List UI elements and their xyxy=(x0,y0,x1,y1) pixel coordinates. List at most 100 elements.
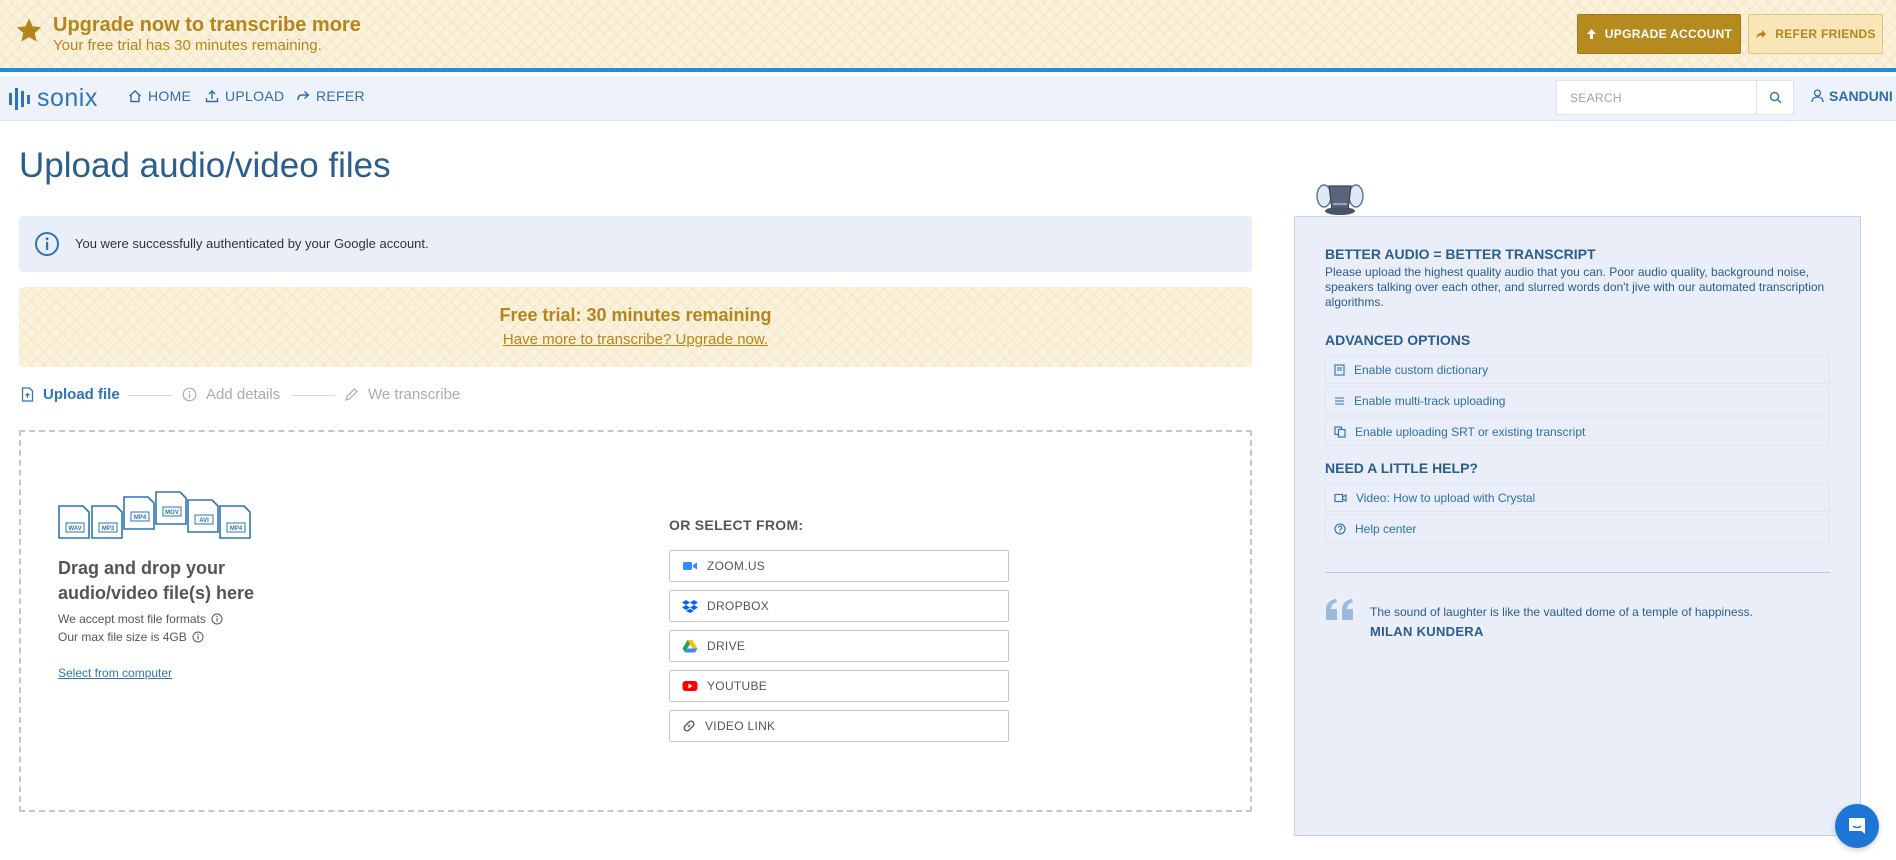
max-size-text: Our max file size is 4GB xyxy=(58,630,187,644)
pencil-icon xyxy=(344,387,359,402)
enable-multi-track-link[interactable]: Enable multi-track uploading xyxy=(1325,386,1830,415)
better-audio-heading: BETTER AUDIO = BETTER TRANSCRIPT xyxy=(1325,246,1596,262)
step-upload-file: Upload file xyxy=(21,386,120,403)
enable-srt-upload-link[interactable]: Enable uploading SRT or existing transcr… xyxy=(1325,417,1830,446)
max-size-note: Our max file size is 4GB xyxy=(58,630,204,644)
step-label: Upload file xyxy=(43,386,120,403)
sidebar-divider xyxy=(1325,572,1830,573)
quote-text: The sound of laughter is like the vaulte… xyxy=(1370,605,1753,619)
search-button[interactable] xyxy=(1756,80,1794,115)
file-type-label: MP4 xyxy=(230,526,243,532)
video-how-to-upload-link[interactable]: Video: How to upload with Crystal xyxy=(1325,483,1830,512)
or-select-from-label: OR SELECT FROM: xyxy=(669,517,804,533)
home-icon xyxy=(128,89,142,103)
info-icon xyxy=(34,231,60,257)
file-icon-mov: MOV xyxy=(155,491,187,525)
upgrade-banner: Upgrade now to transcribe more Your free… xyxy=(0,0,1896,72)
file-types-illustration: WAV MP3 MP4 MOV AVI MP4 xyxy=(57,490,257,540)
formats-note: We accept most file formats xyxy=(58,612,223,626)
search-icon xyxy=(1769,91,1782,104)
user-menu[interactable]: SANDUNI xyxy=(1811,88,1893,104)
better-audio-text: Please upload the highest quality audio … xyxy=(1325,265,1825,309)
source-video-link-button[interactable]: VIDEO LINK xyxy=(669,710,1009,742)
upload-tips-sidebar: BETTER AUDIO = BETTER TRANSCRIPT Please … xyxy=(1294,216,1861,836)
step-add-details: Add details xyxy=(182,386,280,403)
info-icon[interactable] xyxy=(211,613,223,625)
file-upload-icon xyxy=(21,387,34,402)
arrow-up-icon xyxy=(1586,28,1597,40)
advanced-item-label: Enable multi-track uploading xyxy=(1354,393,1506,408)
upgrade-account-label: UPGRADE ACCOUNT xyxy=(1604,27,1733,41)
banner-title: Upgrade now to transcribe more xyxy=(53,14,361,36)
quote-icon xyxy=(1325,599,1355,621)
upload-icon xyxy=(205,89,219,103)
chat-icon xyxy=(1847,816,1867,836)
source-dropbox-button[interactable]: DROPBOX xyxy=(669,590,1009,622)
file-icon-mp4: MP4 xyxy=(123,496,155,530)
list-icon xyxy=(1334,396,1345,406)
source-label: DROPBOX xyxy=(707,599,770,613)
sonix-waveform-icon xyxy=(9,85,31,111)
nav-home-label: HOME xyxy=(148,88,192,104)
source-zoom-button[interactable]: ZOOM.US xyxy=(669,550,1009,582)
nav-refer[interactable]: REFER xyxy=(296,88,365,104)
nav-upload-label: UPLOAD xyxy=(225,88,285,104)
file-type-label: AVI xyxy=(199,518,209,524)
upgrade-account-button[interactable]: UPGRADE ACCOUNT xyxy=(1577,14,1741,54)
info-icon[interactable] xyxy=(192,631,204,643)
info-icon xyxy=(182,387,197,402)
need-help-heading: NEED A LITTLE HELP? xyxy=(1325,460,1478,476)
banner-subtitle: Your free trial has 30 minutes remaining… xyxy=(53,37,322,54)
trial-title: Free trial: 30 minutes remaining xyxy=(499,305,772,325)
question-icon xyxy=(1334,522,1346,535)
dropbox-icon xyxy=(682,599,698,613)
advanced-item-label: Enable custom dictionary xyxy=(1354,362,1489,377)
quote-author: MILAN KUNDERA xyxy=(1370,624,1484,639)
enable-custom-dictionary-link[interactable]: Enable custom dictionary xyxy=(1325,355,1830,384)
step-we-transcribe: We transcribe xyxy=(344,386,460,403)
youtube-icon xyxy=(682,680,698,692)
chat-launcher-button[interactable] xyxy=(1835,804,1879,848)
book-icon xyxy=(1334,363,1345,376)
help-item-label: Video: How to upload with Crystal xyxy=(1356,490,1536,505)
source-youtube-button[interactable]: YOUTUBE xyxy=(669,670,1009,702)
refer-friends-label: REFER FRIENDS xyxy=(1775,27,1876,41)
source-label: YOUTUBE xyxy=(707,679,768,693)
file-type-label: MP3 xyxy=(102,526,115,532)
source-label: VIDEO LINK xyxy=(705,719,776,733)
file-icon-wav: WAV xyxy=(58,505,90,539)
file-type-label: MP4 xyxy=(134,515,147,521)
step-divider xyxy=(128,395,172,396)
crystal-mascot-illustration xyxy=(1316,182,1364,218)
auth-success-alert: You were successfully authenticated by y… xyxy=(19,216,1252,272)
sonix-logo[interactable]: sonix xyxy=(9,85,98,111)
user-icon xyxy=(1811,89,1824,103)
nav-home[interactable]: HOME xyxy=(128,88,191,104)
formats-text: We accept most file formats xyxy=(58,612,206,626)
help-item-label: Help center xyxy=(1355,521,1417,536)
link-icon xyxy=(682,719,696,733)
search-input[interactable] xyxy=(1556,80,1757,115)
step-divider xyxy=(291,395,335,396)
free-trial-box: Free trial: 30 minutes remaining Have mo… xyxy=(19,287,1252,367)
source-drive-button[interactable]: DRIVE xyxy=(669,630,1009,662)
help-center-link[interactable]: Help center xyxy=(1325,514,1830,543)
advanced-item-label: Enable uploading SRT or existing transcr… xyxy=(1355,424,1586,439)
upgrade-link[interactable]: Have more to transcribe? Upgrade now. xyxy=(19,331,1252,348)
top-nav: sonix HOME UPLOAD REFER SANDUNI xyxy=(0,76,1896,121)
zoom-icon xyxy=(682,560,698,572)
source-label: DRIVE xyxy=(707,639,746,653)
nav-upload[interactable]: UPLOAD xyxy=(205,88,284,104)
video-icon xyxy=(1334,493,1347,503)
copy-icon xyxy=(1334,425,1346,438)
google-drive-icon xyxy=(682,639,698,653)
refer-friends-button[interactable]: REFER FRIENDS xyxy=(1748,14,1883,54)
user-name: SANDUNI xyxy=(1829,88,1893,104)
advanced-options-heading: ADVANCED OPTIONS xyxy=(1325,332,1471,348)
nav-refer-label: REFER xyxy=(316,88,365,104)
select-from-computer-link[interactable]: Select from computer xyxy=(58,666,172,680)
alert-text: You were successfully authenticated by y… xyxy=(75,236,429,251)
dropzone-title: Drag and drop your audio/video file(s) h… xyxy=(58,558,255,603)
share-icon xyxy=(296,89,310,103)
page-title: Upload audio/video files xyxy=(19,146,391,185)
